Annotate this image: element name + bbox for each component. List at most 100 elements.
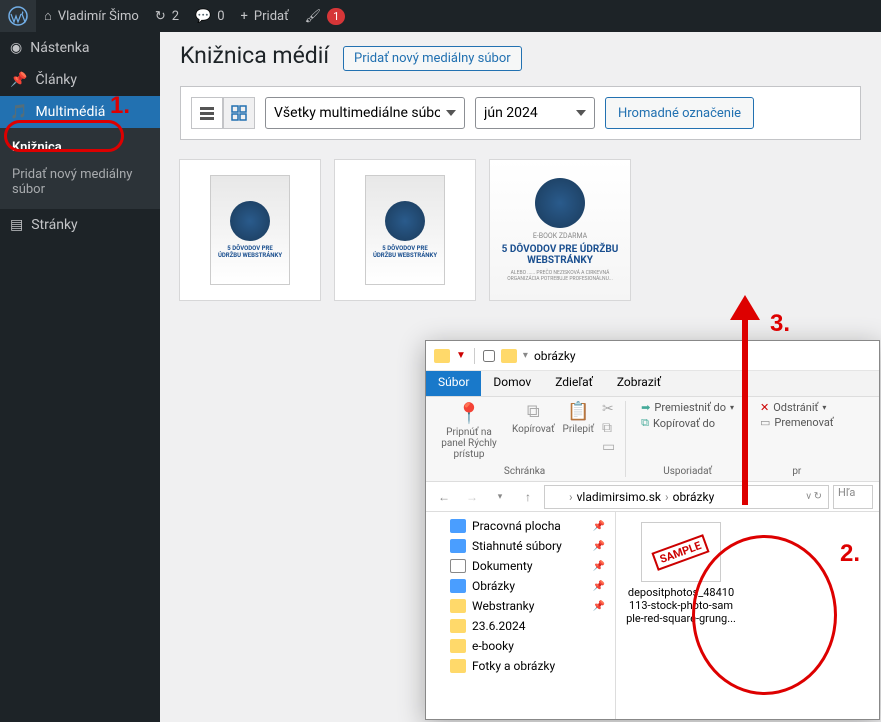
paste-shortcut-icon[interactable]: ▭ xyxy=(602,439,615,455)
filter-type-select[interactable]: Všetky multimediálne súbory xyxy=(265,97,465,129)
menu-dashboard[interactable]: ◉ Nástenka xyxy=(0,32,160,64)
home-icon: ⌂ xyxy=(44,8,52,24)
copy-icon: ⧉ xyxy=(527,401,540,422)
media-item[interactable]: 5 DÔVODOV PRE ÚDRŽBU WEBSTRÁNKY xyxy=(180,160,320,300)
nav-back-button[interactable]: ← xyxy=(432,485,456,509)
add-label: Pridať xyxy=(254,9,289,24)
search-box[interactable]: Hľa xyxy=(833,485,873,509)
folder-icon xyxy=(450,619,466,633)
menu-posts[interactable]: 📌 Články xyxy=(0,64,160,96)
tree-item[interactable]: Webstranky 📌 xyxy=(430,596,611,616)
view-switch xyxy=(191,97,255,129)
thumb-desc: ALEBO ...... PREČO NEZISKOVÁ A CIRKEVNÁ … xyxy=(500,270,620,282)
grid-icon xyxy=(231,105,247,121)
tree-item[interactable]: e-booky xyxy=(430,636,611,656)
explorer-titlebar[interactable]: ▼ ▾ obrázky xyxy=(426,341,879,371)
explorer-body: Pracovná plocha📌Stiahnuté súbory📌Dokumen… xyxy=(426,512,879,719)
tree-item-label: Stiahnuté súbory xyxy=(472,539,562,553)
pin-icon: 📌 xyxy=(593,561,605,572)
copy-to-label: Kopírovať do xyxy=(653,417,715,430)
clipboard-group-label: Schránka xyxy=(504,466,545,477)
tree-item-label: Fotky a obrázky xyxy=(472,659,555,673)
menu-pages-label: Stránky xyxy=(31,217,77,233)
path-segment[interactable]: vladimirsimo.sk xyxy=(577,490,661,504)
folder-icon xyxy=(450,659,466,673)
add-media-button[interactable]: Pridať nový mediálny súbor xyxy=(343,46,522,71)
tree-item[interactable]: Obrázky📌 xyxy=(430,576,611,596)
dashboard-icon: ◉ xyxy=(10,40,22,56)
notifications-link[interactable]: 🖌 1 xyxy=(297,0,354,32)
paste-button[interactable]: 📋 Prilepiť xyxy=(563,401,594,435)
rename-button[interactable]: ▭Premenovať xyxy=(760,416,834,429)
copy-button[interactable]: ⧉ Kopírovať xyxy=(512,401,555,435)
tree-item-label: Webstranky xyxy=(472,599,534,613)
sample-stamp-icon: SAMPLE xyxy=(652,534,710,571)
admin-sidebar: ◉ Nástenka 📌 Články 🎵 Multimédiá Knižnic… xyxy=(0,32,160,722)
bulk-select-button[interactable]: Hromadné označenie xyxy=(605,97,754,129)
nav-up-button[interactable]: ↑ xyxy=(516,485,540,509)
cut-icon[interactable]: ✂ xyxy=(602,401,615,417)
folder-icon xyxy=(551,491,565,503)
admin-bar: ⌂ Vladimír Šimo ↻ 2 💬 0 + Pridať 🖌 1 xyxy=(0,0,881,32)
path-segment[interactable]: obrázky xyxy=(673,490,715,504)
file-thumbnail: SAMPLE xyxy=(641,522,721,582)
comments-link[interactable]: 💬 0 xyxy=(187,0,233,32)
nav-forward-button[interactable]: → xyxy=(460,485,484,509)
paste-icon: 📋 xyxy=(567,401,589,422)
tab-share[interactable]: Zdieľať xyxy=(543,371,605,396)
list-view-button[interactable] xyxy=(191,97,223,129)
file-name-label: depositphotos_48410113-stock-photo-sampl… xyxy=(626,586,736,626)
plus-icon: + xyxy=(241,9,248,24)
nav-recent-button[interactable]: ▾ xyxy=(488,485,512,509)
rename-icon: ▭ xyxy=(760,416,770,429)
site-name: Vladimír Šimo xyxy=(58,9,139,24)
ribbon-tabs: Súbor Domov Zdieľať Zobraziť xyxy=(426,371,879,397)
thumb-subtitle: E-BOOK ZDARMA xyxy=(533,232,587,240)
tree-item-label: Obrázky xyxy=(472,579,515,593)
add-new-link[interactable]: + Pridať xyxy=(233,0,297,32)
down-arrow-icon: ▼ xyxy=(456,350,466,361)
tree-item[interactable]: Pracovná plocha📌 xyxy=(430,516,611,536)
copy-label: Kopírovať xyxy=(512,424,555,435)
brush-icon: 🖌 xyxy=(305,9,322,24)
ribbon-group-organize: ➡Premiestniť do▾ ⧉Kopírovať do Usporiada… xyxy=(641,401,745,477)
updates-link[interactable]: ↻ 2 xyxy=(147,0,187,32)
delete-label: Odstrániť xyxy=(773,401,818,414)
folder-blue-icon xyxy=(450,539,466,553)
titlebar-checkbox[interactable] xyxy=(483,350,495,362)
file-item[interactable]: SAMPLE depositphotos_48410113-stock-phot… xyxy=(626,522,736,626)
media-item[interactable]: 5 DÔVODOV PRE ÚDRŽBU WEBSTRÁNKY xyxy=(335,160,475,300)
tree-item-label: 23.6.2024 xyxy=(472,619,526,633)
move-icon: ➡ xyxy=(641,401,650,414)
filter-date-select[interactable]: jún 2024 xyxy=(475,97,595,129)
menu-media[interactable]: 🎵 Multimédiá xyxy=(0,96,160,128)
copy-path-icon[interactable]: ⧉ xyxy=(602,420,615,436)
thumb-big-title: 5 DÔVODOV PRE ÚDRŽBU WEBSTRÁNKY xyxy=(500,244,620,266)
thumb-title: 5 DÔVODOV PRE ÚDRŽBU WEBSTRÁNKY xyxy=(371,245,439,259)
move-to-button[interactable]: ➡Premiestniť do▾ xyxy=(641,401,734,414)
wp-logo[interactable] xyxy=(0,0,36,32)
tree-item[interactable]: Fotky a obrázky xyxy=(430,656,611,676)
tab-home[interactable]: Domov xyxy=(481,371,543,396)
circle-graphic-icon xyxy=(535,178,585,228)
menu-pages[interactable]: ▤ Stránky xyxy=(0,209,160,241)
ribbon-group-edit: ✕Odstrániť▾ ▭Premenovať pr xyxy=(760,401,844,477)
tree-item[interactable]: Dokumenty📌 xyxy=(430,556,611,576)
submenu-library[interactable]: Knižnica xyxy=(0,134,160,161)
pin-quick-access-button[interactable]: 📍 Pripnúť na panel Rýchly prístup xyxy=(434,401,504,460)
tab-view[interactable]: Zobraziť xyxy=(605,371,673,396)
media-item[interactable]: E-BOOK ZDARMA 5 DÔVODOV PRE ÚDRŽBU WEBST… xyxy=(490,160,630,300)
grid-view-button[interactable] xyxy=(223,97,255,129)
submenu-add-new[interactable]: Pridať nový mediálny súbor xyxy=(0,161,160,203)
folder-icon xyxy=(501,349,517,363)
ribbon: 📍 Pripnúť na panel Rýchly prístup ⧉ Kopí… xyxy=(426,397,879,482)
address-bar[interactable]: › vladimirsimo.sk › obrázky v ↻ xyxy=(544,485,829,509)
tree-item[interactable]: Stiahnuté súbory📌 xyxy=(430,536,611,556)
site-name-link[interactable]: ⌂ Vladimír Šimo xyxy=(36,0,147,32)
pin-icon: 📌 xyxy=(593,601,605,612)
delete-button[interactable]: ✕Odstrániť▾ xyxy=(760,401,834,414)
tab-file[interactable]: Súbor xyxy=(426,371,481,396)
copy-to-button[interactable]: ⧉Kopírovať do xyxy=(641,416,734,430)
refresh-count: 2 xyxy=(172,9,179,24)
tree-item[interactable]: 23.6.2024 xyxy=(430,616,611,636)
